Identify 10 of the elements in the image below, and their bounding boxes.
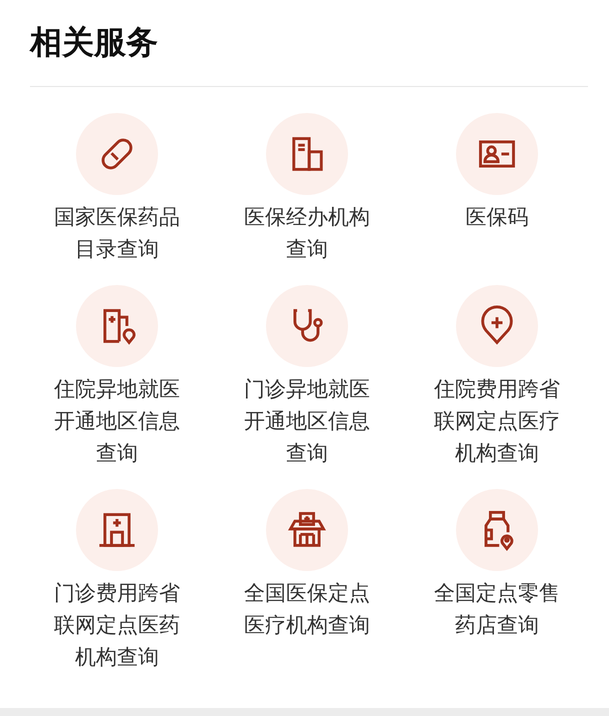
section-title: 相关服务 bbox=[28, 22, 159, 63]
service-label[interactable]: 住院异地就医开通地区信息查询 bbox=[54, 373, 180, 469]
service-label[interactable]: 全国定点零售药店查询 bbox=[434, 577, 560, 641]
service-label[interactable]: 门诊费用跨省联网定点医药机构查询 bbox=[54, 577, 180, 673]
service-label[interactable]: 住院费用跨省联网定点医疗机构查询 bbox=[434, 373, 560, 469]
service-label[interactable]: 医保经办机构查询 bbox=[244, 201, 370, 265]
service-label[interactable]: 全国医保定点医疗机构查询 bbox=[244, 577, 370, 641]
service-label[interactable]: 国家医保药品目录查询 bbox=[54, 201, 180, 265]
service-label[interactable]: 医保码 bbox=[434, 201, 560, 233]
service-label[interactable]: 门诊异地就医开通地区信息查询 bbox=[244, 373, 370, 469]
